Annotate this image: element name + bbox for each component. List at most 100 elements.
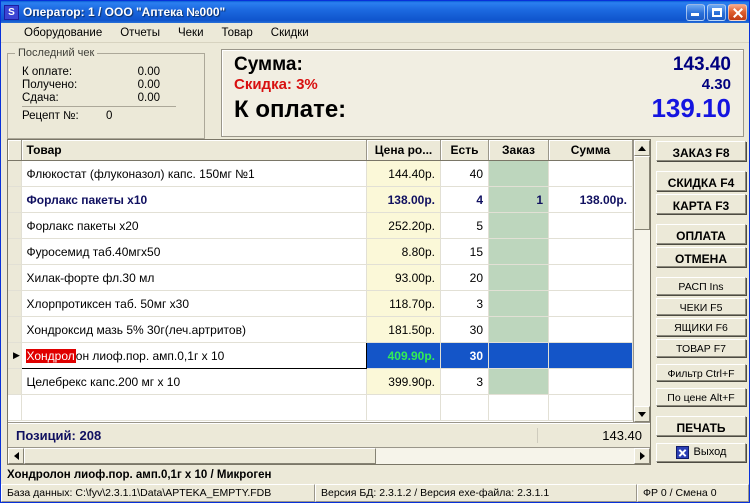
grid-horizontal-scrollbar[interactable] bbox=[8, 447, 650, 464]
app-icon: S bbox=[4, 4, 19, 20]
cell-stock: 15 bbox=[440, 238, 489, 265]
cell-order[interactable] bbox=[488, 368, 549, 395]
column-header-price[interactable]: Цена ро... bbox=[366, 140, 441, 161]
last-receipt-row-topay: К оплате: 0.00 bbox=[8, 65, 204, 78]
cell-product: Фуросемид таб.40мгх50 bbox=[21, 238, 367, 265]
search-match-highlight: Хондрол bbox=[25, 348, 76, 363]
cell-order[interactable] bbox=[488, 342, 549, 369]
payment-button[interactable]: ОПЛАТА bbox=[656, 224, 746, 245]
cell-sum bbox=[548, 238, 633, 265]
distribution-button[interactable]: РАСП Ins bbox=[656, 277, 746, 295]
discount-row: Скидка: 3% 4.30 bbox=[234, 76, 731, 93]
hscroll-thumb[interactable] bbox=[24, 448, 376, 464]
cell-price: 181.50р. bbox=[366, 316, 441, 343]
to-pay-value: 139.10 bbox=[651, 93, 731, 123]
last-receipt-panel: Последний чек К оплате: 0.00 Получено: 0… bbox=[7, 47, 205, 139]
cell-product: Хондроксид мазь 5% 30г(леч.артритов) bbox=[21, 316, 367, 343]
scroll-thumb[interactable] bbox=[634, 156, 650, 230]
search-remainder: он лиоф.пор. амп.0,1г х 10 bbox=[75, 348, 225, 363]
cell-order[interactable] bbox=[488, 238, 549, 265]
print-button[interactable]: ПЕЧАТЬ bbox=[656, 415, 746, 436]
last-receipt-change-label: Сдача: bbox=[22, 92, 59, 104]
cell-order[interactable] bbox=[488, 290, 549, 317]
table-row[interactable]: Фуросемид таб.40мгх50 8.80р. 15 bbox=[8, 238, 633, 265]
column-header-stock[interactable]: Есть bbox=[440, 140, 489, 161]
cell-product: Флюкостат (флуконазол) капс. 150мг №1 bbox=[21, 160, 367, 187]
cell-order[interactable] bbox=[488, 264, 549, 291]
window-controls bbox=[686, 3, 747, 21]
hscroll-track[interactable] bbox=[24, 448, 634, 464]
cell-price: 118.70р. bbox=[366, 290, 441, 317]
row-marker bbox=[8, 238, 22, 265]
status-bar: База данных: C:\fyv\2.3.1.1\Data\APTEKA_… bbox=[1, 484, 749, 502]
last-receipt-received-label: Получено: bbox=[22, 79, 78, 91]
scroll-right-button[interactable] bbox=[634, 448, 650, 464]
grid-footer: Позиций: 208 143.40 bbox=[8, 422, 650, 447]
exit-icon bbox=[675, 445, 689, 459]
table-row[interactable]: Целебрекс капс.200 мг х 10 399.90р. 3 bbox=[8, 368, 633, 395]
table-row[interactable]: Форлакс пакеты х20 252.20р. 5 bbox=[8, 212, 633, 239]
last-receipt-topay-label: К оплате: bbox=[22, 66, 73, 78]
order-button[interactable]: ЗАКАЗ F8 bbox=[656, 141, 746, 162]
cell-order[interactable] bbox=[488, 212, 549, 239]
row-marker bbox=[8, 160, 22, 187]
exit-button[interactable]: Выход bbox=[656, 442, 746, 462]
scroll-track[interactable] bbox=[634, 156, 650, 406]
window-title: Оператор: 1 / ООО "Аптека №000" bbox=[23, 5, 226, 19]
cell-product-search[interactable]: Хондролон лиоф.пор. амп.0,1г х 10 bbox=[20, 342, 367, 369]
cell-product bbox=[21, 394, 367, 421]
cell-stock: 30 bbox=[440, 342, 489, 369]
table-row[interactable]: Хлорпротиксен таб. 50мг х30 118.70р. 3 bbox=[8, 290, 633, 317]
close-icon[interactable] bbox=[728, 3, 747, 21]
scroll-down-button[interactable] bbox=[634, 406, 650, 422]
column-header-marker bbox=[8, 140, 22, 161]
totals-panel: Сумма: 143.40 Скидка: 3% 4.30 К оплате: … bbox=[221, 49, 744, 137]
menu-item-discounts[interactable]: Скидки bbox=[262, 25, 318, 41]
scroll-left-button[interactable] bbox=[8, 448, 24, 464]
scroll-up-button[interactable] bbox=[634, 140, 650, 156]
filter-button[interactable]: Фильтр Ctrl+F bbox=[656, 363, 746, 382]
table-row[interactable]: Флюкостат (флуконазол) капс. 150мг №1 14… bbox=[8, 160, 633, 187]
cell-sum bbox=[548, 342, 633, 369]
cell-order[interactable] bbox=[488, 316, 549, 343]
drawers-button[interactable]: ЯЩИКИ F6 bbox=[656, 318, 746, 336]
card-button[interactable]: КАРТА F3 bbox=[656, 194, 746, 215]
to-pay-row: К оплате: 139.10 bbox=[234, 93, 731, 124]
table-row[interactable]: Хилак-форте фл.30 мл 93.00р. 20 bbox=[8, 264, 633, 291]
status-versions: Версия БД: 2.3.1.2 / Версия exe-файла: 2… bbox=[315, 484, 637, 502]
menu-item-reports[interactable]: Отчеты bbox=[111, 25, 169, 41]
table-row-selected[interactable]: ▶ Хондролон лиоф.пор. амп.0,1г х 10 409.… bbox=[8, 342, 633, 369]
cell-product: Целебрекс капс.200 мг х 10 bbox=[21, 368, 367, 395]
cell-stock: 30 bbox=[440, 316, 489, 343]
cell-price bbox=[366, 394, 441, 421]
receipts-button[interactable]: ЧЕКИ F5 bbox=[656, 297, 746, 316]
menu-item-equipment[interactable]: Оборудование bbox=[15, 25, 111, 41]
menu-item-goods[interactable]: Товар bbox=[213, 25, 262, 41]
maximize-icon[interactable] bbox=[707, 3, 726, 21]
column-header-product[interactable]: Товар bbox=[21, 140, 367, 161]
cell-order[interactable]: 1 bbox=[488, 186, 549, 213]
middle-zone: Товар Цена ро... Есть Заказ Сумма Флюкос… bbox=[1, 139, 749, 465]
cell-price: 144.40р. bbox=[366, 160, 441, 187]
discount-button[interactable]: СКИДКА F4 bbox=[656, 171, 746, 192]
table-row[interactable]: Хондроксид мазь 5% 30г(леч.артритов) 181… bbox=[8, 316, 633, 343]
cell-product: Форлакс пакеты х10 bbox=[21, 186, 367, 213]
cell-order[interactable] bbox=[488, 160, 549, 187]
minimize-icon[interactable] bbox=[686, 3, 705, 21]
table-row[interactable]: Форлакс пакеты х10 138.00р. 4 1 138.00р. bbox=[8, 186, 633, 213]
cancel-button[interactable]: ОТМЕНА bbox=[656, 247, 746, 268]
status-database: База данных: C:\fyv\2.3.1.1\Data\APTEKA_… bbox=[1, 484, 315, 502]
cell-price: 93.00р. bbox=[366, 264, 441, 291]
cell-price: 399.90р. bbox=[366, 368, 441, 395]
selected-item-info: Хондролон лиоф.пор. амп.0,1г х 10 / Микр… bbox=[1, 465, 749, 484]
menu-item-receipts[interactable]: Чеки bbox=[169, 25, 213, 41]
goods-button[interactable]: ТОВАР F7 bbox=[656, 338, 746, 357]
grid-vertical-scrollbar[interactable] bbox=[633, 140, 650, 422]
column-header-sum[interactable]: Сумма bbox=[548, 140, 633, 161]
by-price-button[interactable]: По цене Alt+F bbox=[656, 388, 746, 406]
column-header-order[interactable]: Заказ bbox=[488, 140, 549, 161]
last-receipt-change-value: 0.00 bbox=[137, 92, 160, 104]
chevron-left-icon bbox=[13, 452, 19, 460]
last-receipt-topay-value: 0.00 bbox=[137, 66, 160, 78]
row-marker bbox=[8, 212, 22, 239]
